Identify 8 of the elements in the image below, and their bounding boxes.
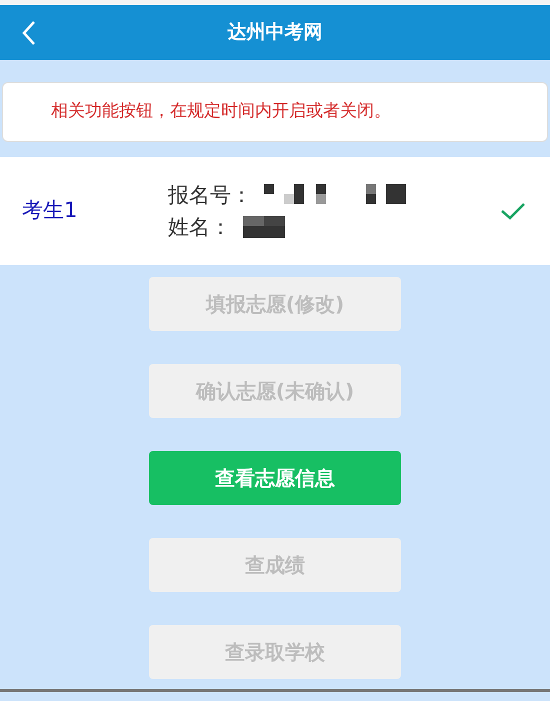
action-button[interactable]: 查看志愿信息 [149, 451, 401, 505]
page-title: 达州中考网 [228, 20, 322, 46]
name-label: 姓名： [168, 214, 231, 241]
redaction-mark [243, 216, 285, 238]
student-label: 考生1 [22, 197, 78, 224]
registration-label: 报名号： [168, 182, 252, 209]
back-icon [22, 20, 36, 46]
notice-text: 相关功能按钮，在规定时间内开启或者关闭。 [51, 100, 391, 124]
